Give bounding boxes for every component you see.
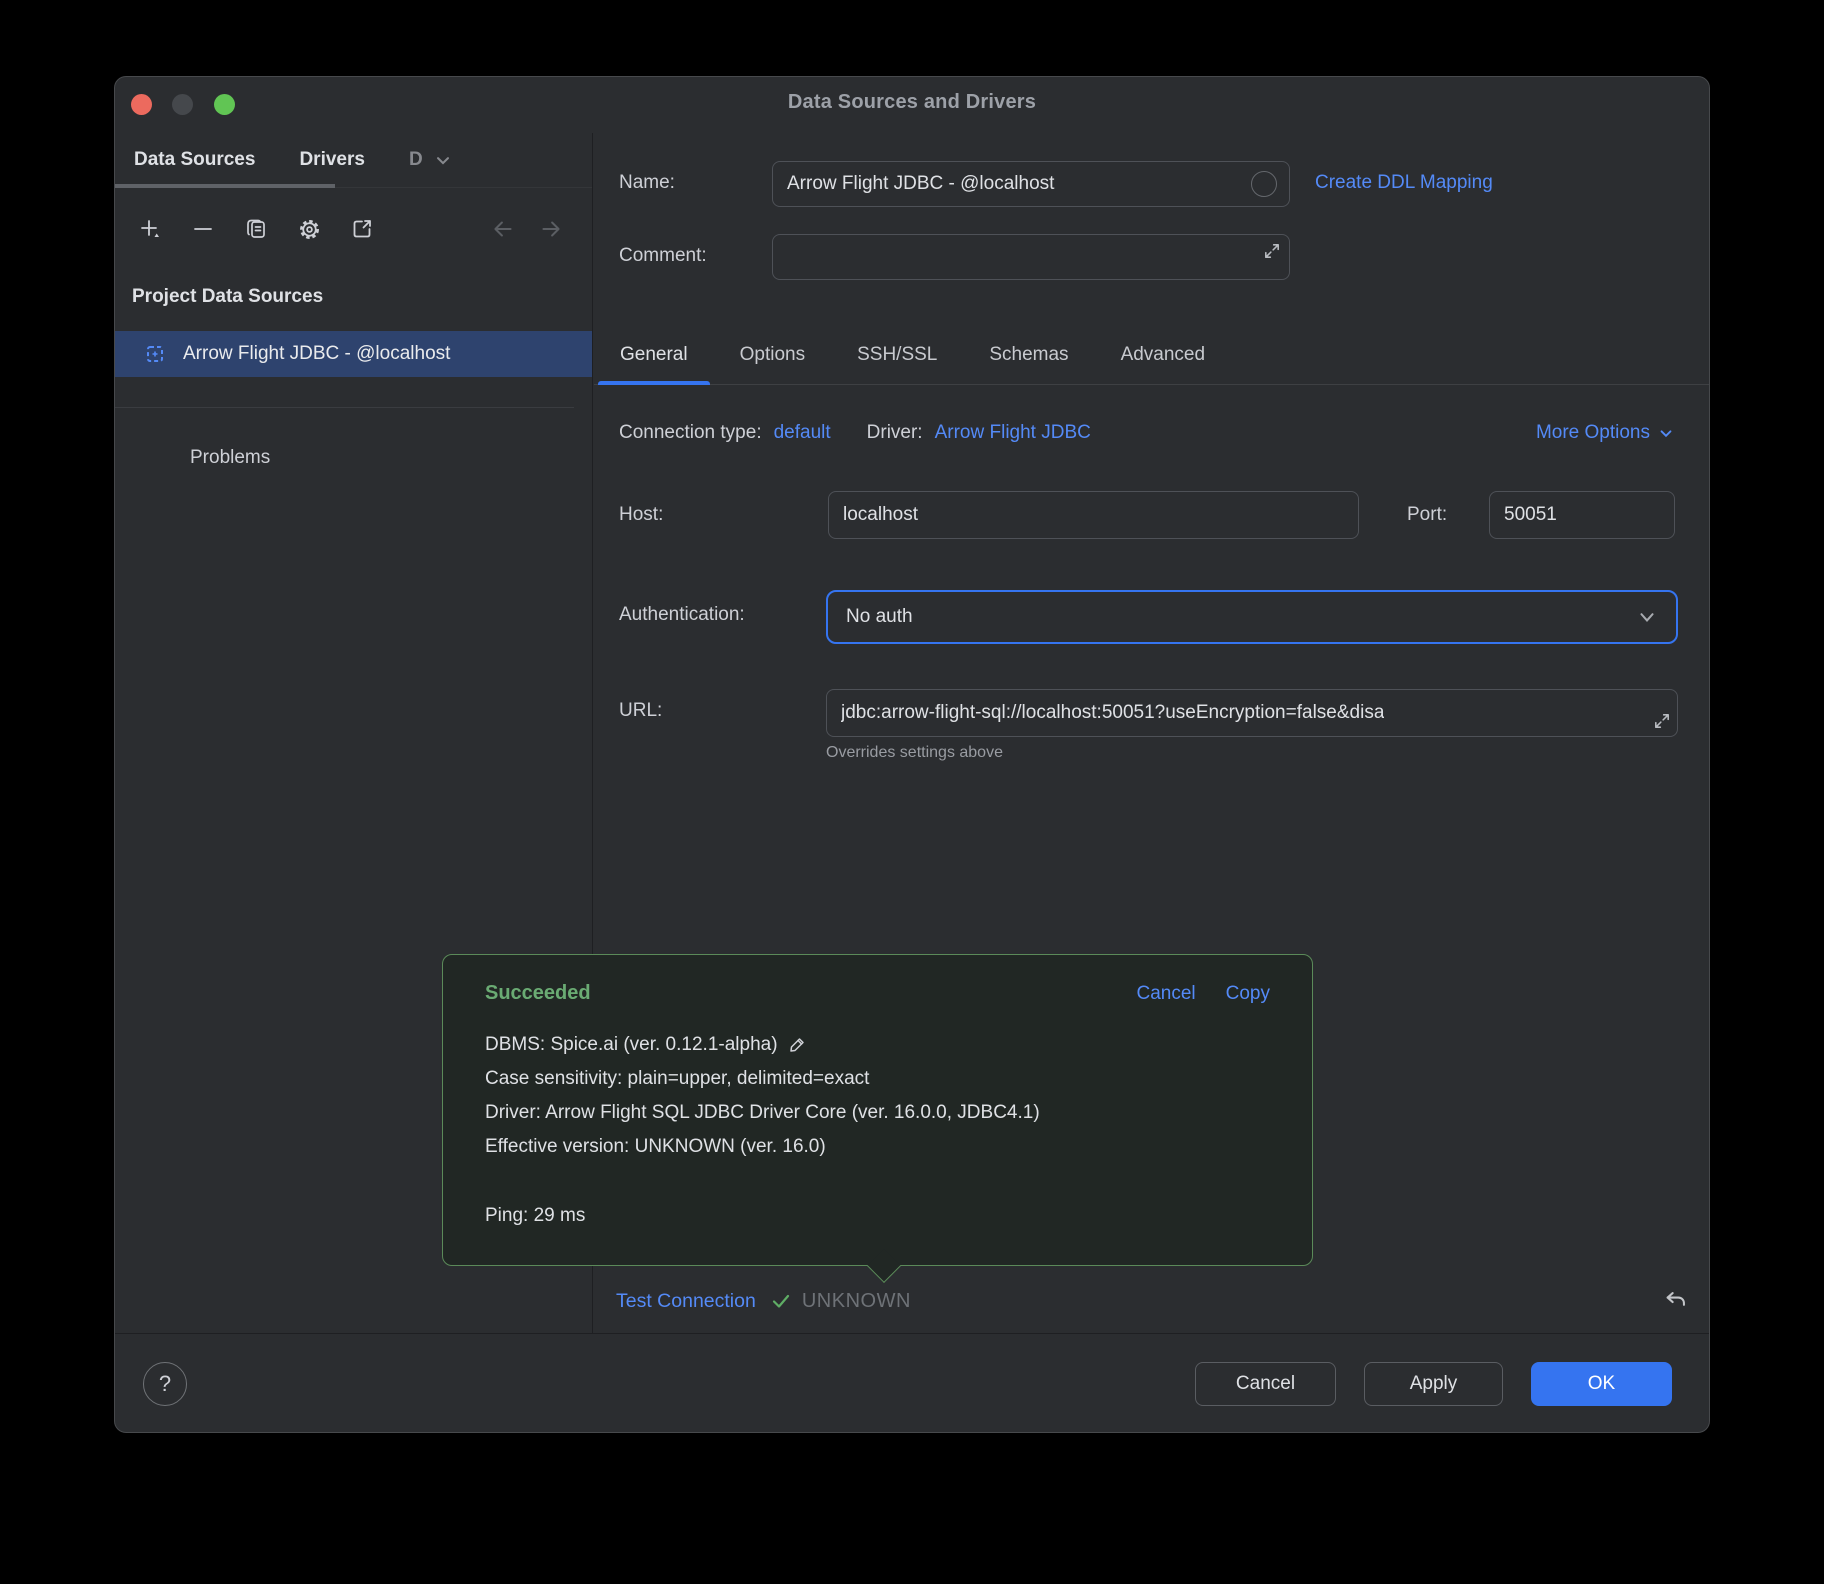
gear-icon[interactable] <box>296 216 322 242</box>
chevron-down-icon <box>1636 606 1658 628</box>
data-sources-dialog: Data Sources and Drivers Data Sources Dr… <box>114 76 1710 1433</box>
apply-button[interactable]: Apply <box>1364 1362 1503 1406</box>
arrow-flight-datasource-icon <box>144 343 166 365</box>
duplicate-icon[interactable] <box>243 216 269 242</box>
name-progress-circle-icon <box>1251 171 1277 197</box>
tab-data-sources[interactable]: Data Sources <box>134 149 255 171</box>
desktop-background: Data Sources and Drivers Data Sources Dr… <box>0 0 1824 1584</box>
sidebar-item-problems[interactable]: Problems <box>190 447 270 469</box>
tab-ddl-label: D <box>409 149 423 171</box>
test-connection-status: UNKNOWN <box>802 1290 911 1313</box>
port-value: 50051 <box>1504 504 1557 526</box>
authentication-dropdown[interactable]: No auth <box>826 590 1678 644</box>
expand-editor-icon[interactable] <box>1653 712 1671 730</box>
tab-ddl-truncated[interactable]: D <box>409 149 453 171</box>
tab-schemas[interactable]: Schemas <box>967 325 1090 385</box>
edit-pencil-icon[interactable] <box>787 1035 807 1055</box>
driver-value-link[interactable]: Arrow Flight JDBC <box>935 422 1091 444</box>
remove-data-source-icon[interactable] <box>190 216 216 242</box>
name-input[interactable]: Arrow Flight JDBC - @localhost <box>772 161 1290 207</box>
popup-detail-lines: DBMS: Spice.ai (ver. 0.12.1-alpha) Case … <box>485 1028 1282 1233</box>
url-overrides-hint: Overrides settings above <box>826 744 1003 762</box>
back-arrow-icon[interactable] <box>490 216 516 242</box>
popup-actions: Cancel Copy <box>1136 983 1270 1005</box>
driver-label: Driver: <box>867 422 923 444</box>
active-tab-underline <box>115 184 335 188</box>
popup-line-dbms-text: DBMS: Spice.ai (ver. 0.12.1-alpha) <box>485 1028 778 1062</box>
host-label: Host: <box>619 504 663 526</box>
tab-options[interactable]: Options <box>718 325 827 385</box>
export-ddl-icon[interactable] <box>349 216 375 242</box>
tab-general[interactable]: General <box>598 325 710 385</box>
popup-line-ping: Ping: 29 ms <box>485 1199 1282 1233</box>
sidebar-divider <box>115 407 574 408</box>
data-source-item-label: Arrow Flight JDBC - @localhost <box>183 343 450 365</box>
more-options-link[interactable]: More Options <box>1536 422 1675 444</box>
create-ddl-mapping-link[interactable]: Create DDL Mapping <box>1315 172 1493 194</box>
test-connection-row: Test Connection UNKNOWN <box>616 1285 1689 1317</box>
ok-button[interactable]: OK <box>1531 1362 1672 1406</box>
add-data-source-icon[interactable] <box>137 216 163 242</box>
url-input[interactable]: jdbc:arrow-flight-sql://localhost:50051?… <box>826 689 1678 737</box>
connection-type-label: Connection type: <box>619 422 762 444</box>
expand-editor-icon[interactable] <box>1263 242 1281 260</box>
test-connection-result-popup: Succeeded Cancel Copy DBMS: Spice.ai (ve… <box>442 954 1313 1266</box>
url-value: jdbc:arrow-flight-sql://localhost:50051?… <box>841 702 1384 724</box>
name-label: Name: <box>619 172 675 194</box>
authentication-label: Authentication: <box>619 604 745 626</box>
project-data-sources-heading: Project Data Sources <box>132 286 323 308</box>
connection-type-row: Connection type: default Driver: Arrow F… <box>619 420 1675 446</box>
popup-status-succeeded: Succeeded <box>485 982 591 1005</box>
authentication-value: No auth <box>846 606 913 628</box>
test-connection-link[interactable]: Test Connection <box>616 1290 756 1313</box>
more-options-label: More Options <box>1536 422 1650 444</box>
host-input[interactable]: localhost <box>828 491 1359 539</box>
popup-line-dbms: DBMS: Spice.ai (ver. 0.12.1-alpha) <box>485 1028 1282 1062</box>
chevron-down-icon <box>433 150 453 170</box>
port-input[interactable]: 50051 <box>1489 491 1675 539</box>
popup-line-case-sensitivity: Case sensitivity: plain=upper, delimited… <box>485 1062 1282 1096</box>
forward-arrow-icon[interactable] <box>538 216 564 242</box>
dialog-footer: ? Cancel Apply OK <box>115 1333 1709 1433</box>
data-source-list-item-selected[interactable]: Arrow Flight JDBC - @localhost <box>115 331 592 377</box>
tab-advanced[interactable]: Advanced <box>1099 325 1228 385</box>
checkmark-icon <box>769 1289 793 1313</box>
comment-input[interactable] <box>772 234 1290 280</box>
comment-label: Comment: <box>619 245 707 267</box>
titlebar: Data Sources and Drivers <box>115 77 1709 133</box>
window-title: Data Sources and Drivers <box>115 91 1709 114</box>
port-label: Port: <box>1407 504 1447 526</box>
popup-cancel-link[interactable]: Cancel <box>1136 983 1195 1005</box>
tab-ssh-ssl[interactable]: SSH/SSL <box>835 325 959 385</box>
cancel-button[interactable]: Cancel <box>1195 1362 1336 1406</box>
name-value: Arrow Flight JDBC - @localhost <box>787 173 1054 195</box>
chevron-down-icon <box>1657 424 1675 442</box>
host-value: localhost <box>843 504 918 526</box>
url-label: URL: <box>619 700 662 722</box>
help-button[interactable]: ? <box>143 1362 187 1406</box>
undo-icon[interactable] <box>1662 1288 1689 1315</box>
connection-type-value-link[interactable]: default <box>774 422 831 444</box>
sidebar-tab-strip: Data Sources Drivers D <box>115 133 592 188</box>
sidebar-toolbar <box>137 206 564 252</box>
settings-tab-strip: General Options SSH/SSL Schemas Advanced <box>594 325 1710 385</box>
tab-drivers[interactable]: Drivers <box>299 149 365 171</box>
popup-line-driver: Driver: Arrow Flight SQL JDBC Driver Cor… <box>485 1096 1282 1130</box>
popup-line-effective-version: Effective version: UNKNOWN (ver. 16.0) <box>485 1130 1282 1164</box>
popup-copy-link[interactable]: Copy <box>1226 983 1270 1005</box>
footer-buttons: Cancel Apply OK <box>1195 1362 1672 1406</box>
